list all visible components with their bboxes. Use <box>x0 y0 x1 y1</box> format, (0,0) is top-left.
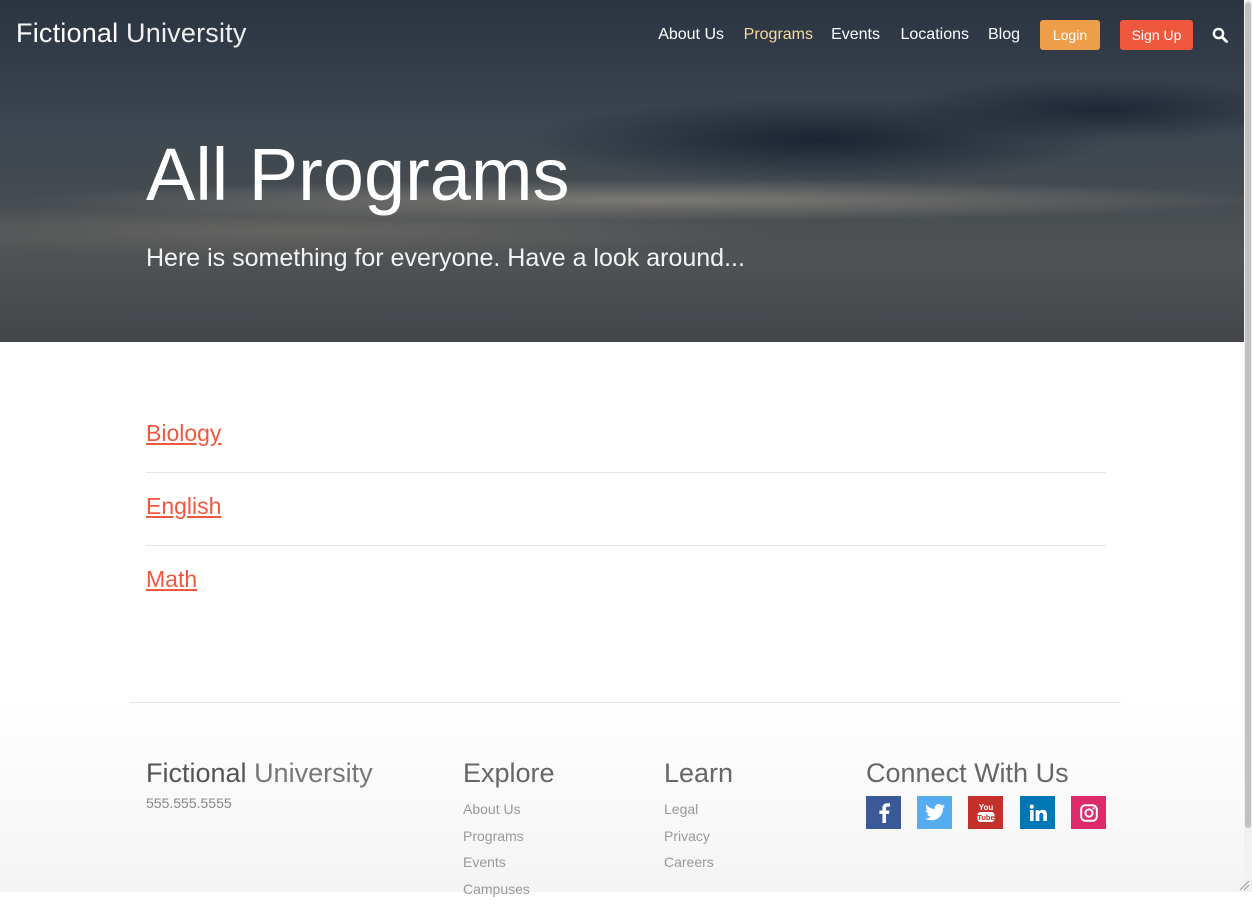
nav-item-programs[interactable]: Programs <box>744 26 813 44</box>
program-link-math[interactable]: Math <box>146 566 197 593</box>
footer-connect-column: Connect With Us <box>866 758 1069 801</box>
search-icon[interactable] <box>1212 27 1228 48</box>
twitter-icon[interactable] <box>917 796 952 829</box>
footer-explore-column: Explore About Us Programs Events Campuse… <box>463 758 555 907</box>
vertical-scrollbar[interactable] <box>1244 0 1252 892</box>
footer-link-programs[interactable]: Programs <box>463 828 555 845</box>
footer-link-careers[interactable]: Careers <box>664 854 733 871</box>
nav-item-locations[interactable]: Locations <box>901 26 970 44</box>
hero-banner: Fictional University About Us Programs E… <box>0 0 1244 342</box>
program-link-english[interactable]: English <box>146 493 221 520</box>
youtube-icon[interactable]: You Tube <box>968 796 1003 829</box>
footer-logo[interactable]: Fictional University <box>146 758 373 789</box>
footer-link-legal[interactable]: Legal <box>664 801 733 818</box>
list-item: Biology <box>146 400 1106 473</box>
resize-handle-icon[interactable] <box>1238 878 1250 891</box>
svg-text:You: You <box>978 803 993 812</box>
footer-phone[interactable]: 555.555.5555 <box>146 795 232 811</box>
footer-brand-light: University <box>254 758 373 788</box>
program-link-biology[interactable]: Biology <box>146 420 221 447</box>
instagram-icon[interactable] <box>1071 796 1106 829</box>
footer-learn-heading: Learn <box>664 758 734 788</box>
footer-explore-heading: Explore <box>463 758 555 788</box>
program-list: Biology English Math <box>146 400 1106 618</box>
footer-link-events[interactable]: Events <box>463 854 555 871</box>
page-title: All Programs <box>146 133 570 216</box>
footer-brand-bold: Fictional <box>146 758 247 788</box>
scrollbar-thumb[interactable] <box>1245 2 1251 828</box>
svg-text:Tube: Tube <box>977 813 994 822</box>
footer-divider <box>130 702 1121 703</box>
list-item: English <box>146 473 1106 546</box>
page-subtitle: Here is something for everyone. Have a l… <box>146 244 745 272</box>
nav-item-blog[interactable]: Blog <box>988 26 1020 44</box>
brand-light: University <box>126 18 247 48</box>
list-item: Math <box>146 546 1106 618</box>
nav-item-events[interactable]: Events <box>831 26 880 44</box>
footer-link-privacy[interactable]: Privacy <box>664 828 733 845</box>
facebook-icon[interactable] <box>866 796 901 829</box>
brand-bold: Fictional <box>16 18 119 48</box>
footer-link-campuses[interactable]: Campuses <box>463 881 555 898</box>
login-button[interactable]: Login <box>1040 20 1100 50</box>
site-logo[interactable]: Fictional University <box>16 18 247 49</box>
footer-learn-column: Learn Legal Privacy Careers <box>664 758 733 881</box>
nav-item-about-us[interactable]: About Us <box>658 26 724 44</box>
footer-link-about-us[interactable]: About Us <box>463 801 555 818</box>
footer-connect-heading: Connect With Us <box>866 758 1069 788</box>
signup-button[interactable]: Sign Up <box>1120 20 1193 50</box>
linkedin-icon[interactable] <box>1020 796 1055 829</box>
